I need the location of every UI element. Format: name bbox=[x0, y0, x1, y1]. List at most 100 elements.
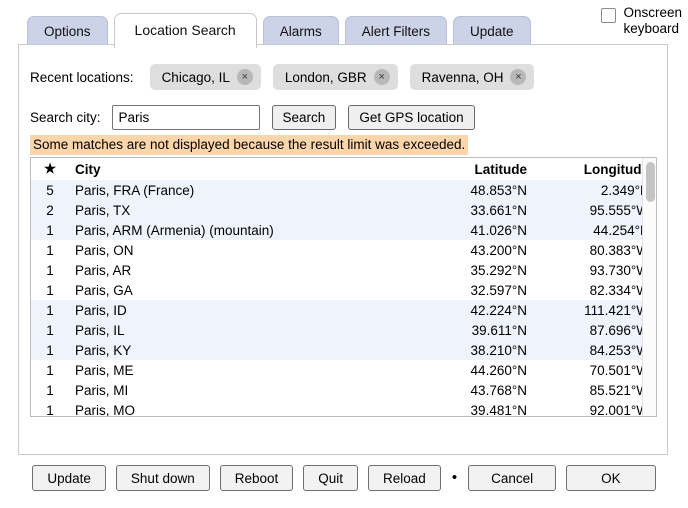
tab-bar: Options Location Search Alarms Alert Filter… bbox=[0, 0, 688, 48]
results-table-body: 5 Paris, FRA (France) 48.853°N 2.349°E 2 Pari… bbox=[31, 180, 655, 417]
table-row[interactable]: 1 Paris, ARM (Armenia) (mountain) 41.026°N… bbox=[31, 220, 655, 240]
column-header-city[interactable]: City bbox=[69, 158, 405, 180]
system-buttons: Update Shut down Reboot Quit Reload bbox=[32, 465, 441, 491]
latitude-cell: 48.853°N bbox=[405, 180, 527, 200]
star-count-cell: 1 bbox=[46, 262, 54, 278]
recent-location-label: London, GBR bbox=[284, 69, 367, 85]
recent-location-chip[interactable]: Ravenna, OH × bbox=[409, 64, 535, 90]
recent-location-label: Chicago, IL bbox=[161, 69, 230, 85]
recent-locations-label: Recent locations: bbox=[30, 69, 134, 85]
star-count-cell: 1 bbox=[46, 282, 54, 298]
table-row[interactable]: 1 Paris, ON 43.200°N 80.383°W bbox=[31, 240, 655, 260]
results-table-container: ★ City Latitude Longitude 5 Paris, FRA (F… bbox=[30, 157, 657, 417]
star-count-cell: 1 bbox=[31, 320, 69, 340]
result-limit-warning: Some matches are not displayed because t… bbox=[30, 135, 469, 155]
table-row[interactable]: 1 Paris, KY 38.210°N 84.253°W bbox=[31, 340, 655, 360]
longitude-cell: 85.521°W bbox=[589, 382, 649, 398]
longitude-cell: 95.555°W bbox=[527, 200, 655, 220]
table-row[interactable]: 1 Paris, GA 32.597°N 82.334°W bbox=[31, 280, 655, 300]
city-cell: Paris, ARM (Armenia) (mountain) bbox=[69, 220, 405, 240]
search-input[interactable] bbox=[111, 105, 260, 130]
latitude-cell: 33.661°N bbox=[405, 200, 527, 220]
reload-button[interactable]: Reload bbox=[368, 465, 441, 491]
latitude-cell: 43.768°N bbox=[470, 382, 527, 398]
results-scrollbar[interactable] bbox=[642, 158, 656, 416]
city-cell: Paris, ID bbox=[69, 300, 405, 320]
longitude-cell: 93.730°W bbox=[589, 262, 649, 278]
latitude-cell: 41.026°N bbox=[405, 220, 527, 240]
table-row[interactable]: 1 Paris, AR 35.292°N 93.730°W bbox=[31, 260, 655, 280]
latitude-cell: 38.210°N bbox=[405, 340, 527, 360]
results-table: ★ City Latitude Longitude 5 Paris, FRA (F… bbox=[31, 158, 655, 417]
tab-alarms[interactable]: Alarms bbox=[262, 16, 339, 47]
get-gps-location-button[interactable]: Get GPS location bbox=[348, 105, 475, 130]
longitude-cell: 82.334°W bbox=[589, 282, 649, 298]
tab-options[interactable]: Options bbox=[27, 16, 108, 47]
column-header-longitude[interactable]: Longitude bbox=[527, 158, 655, 180]
table-header-row: ★ City Latitude Longitude bbox=[31, 158, 655, 180]
recent-location-chip[interactable]: London, GBR × bbox=[272, 64, 398, 90]
remove-chip-icon[interactable]: × bbox=[373, 69, 390, 85]
onscreen-keyboard-toggle[interactable]: Onscreen keyboard bbox=[601, 5, 682, 36]
latitude-cell: 39.611°N bbox=[405, 320, 527, 340]
table-row[interactable]: 5 Paris, FRA (France) 48.853°N 2.349°E bbox=[31, 180, 655, 200]
latitude-cell: 42.224°N bbox=[405, 300, 527, 320]
latitude-cell: 44.260°N bbox=[470, 362, 527, 378]
tab-alert-filters[interactable]: Alert Filters bbox=[344, 16, 447, 47]
remove-chip-icon[interactable]: × bbox=[510, 69, 527, 85]
table-row[interactable]: 1 Paris, ID 42.224°N 111.421°W bbox=[31, 300, 655, 320]
shut-down-button[interactable]: Shut down bbox=[115, 465, 210, 491]
star-count-cell: 1 bbox=[31, 220, 69, 240]
onscreen-keyboard-label: Onscreen keyboard bbox=[623, 5, 682, 36]
ok-button[interactable]: OK bbox=[566, 465, 656, 491]
column-header-latitude[interactable]: Latitude bbox=[405, 158, 527, 180]
onscreen-keyboard-checkbox[interactable] bbox=[601, 8, 617, 23]
recent-location-label: Ravenna, OH bbox=[421, 69, 504, 85]
quit-button[interactable]: Quit bbox=[303, 465, 359, 491]
latitude-cell: 43.200°N bbox=[470, 242, 527, 258]
search-city-label: Search city: bbox=[30, 110, 101, 125]
bottom-button-bar: Update Shut down Reboot Quit Reload • Cancel… bbox=[0, 465, 688, 491]
tab-location-search[interactable]: Location Search bbox=[113, 13, 257, 48]
star-count-cell: 1 bbox=[46, 242, 54, 258]
location-search-panel: Recent locations: Chicago, IL × London, GB… bbox=[18, 44, 668, 455]
star-count-cell: 1 bbox=[46, 362, 54, 378]
longitude-cell: 111.421°W bbox=[527, 300, 655, 320]
star-count-cell: 1 bbox=[31, 340, 69, 360]
star-count-cell: 2 bbox=[31, 200, 69, 220]
search-row: Search city: Search Get GPS location bbox=[30, 105, 475, 130]
recent-location-chip[interactable]: Chicago, IL × bbox=[149, 64, 261, 90]
table-row[interactable]: 1 Paris, MI 43.768°N 85.521°W bbox=[31, 380, 655, 400]
star-count-cell: 5 bbox=[31, 180, 69, 200]
city-cell: Paris, KY bbox=[69, 340, 405, 360]
latitude-cell: 39.481°N bbox=[470, 402, 527, 417]
city-cell: Paris, TX bbox=[69, 200, 405, 220]
city-cell: Paris, AR bbox=[75, 262, 132, 278]
table-row[interactable]: 1 Paris, MO 39.481°N 92.001°W bbox=[31, 400, 655, 417]
remove-chip-icon[interactable]: × bbox=[236, 69, 253, 85]
latitude-cell: 35.292°N bbox=[470, 262, 527, 278]
city-cell: Paris, IL bbox=[69, 320, 405, 340]
search-button[interactable]: Search bbox=[271, 105, 337, 130]
reboot-button[interactable]: Reboot bbox=[219, 465, 294, 491]
table-row[interactable]: 1 Paris, IL 39.611°N 87.696°W bbox=[31, 320, 655, 340]
tab-update[interactable]: Update bbox=[453, 16, 531, 47]
results-table-head: ★ City Latitude Longitude bbox=[31, 158, 655, 180]
city-cell: Paris, ME bbox=[75, 362, 134, 378]
tab-list: Options Location Search Alarms Alert Filter… bbox=[27, 13, 531, 48]
longitude-cell: 2.349°E bbox=[527, 180, 655, 200]
column-header-star[interactable]: ★ bbox=[31, 158, 69, 180]
city-cell: Paris, MI bbox=[75, 382, 129, 398]
table-row[interactable]: 1 Paris, ME 44.260°N 70.501°W bbox=[31, 360, 655, 380]
results-scrollbar-thumb[interactable] bbox=[646, 162, 655, 202]
star-count-cell: 1 bbox=[46, 402, 54, 417]
update-button[interactable]: Update bbox=[32, 465, 106, 491]
longitude-cell: 44.254°E bbox=[527, 220, 655, 240]
longitude-cell: 70.501°W bbox=[589, 362, 649, 378]
longitude-cell: 80.383°W bbox=[589, 242, 649, 258]
star-count-cell: 1 bbox=[46, 382, 54, 398]
latitude-cell: 32.597°N bbox=[470, 282, 527, 298]
button-separator: • bbox=[451, 469, 458, 486]
cancel-button[interactable]: Cancel bbox=[468, 465, 557, 491]
table-row[interactable]: 2 Paris, TX 33.661°N 95.555°W bbox=[31, 200, 655, 220]
